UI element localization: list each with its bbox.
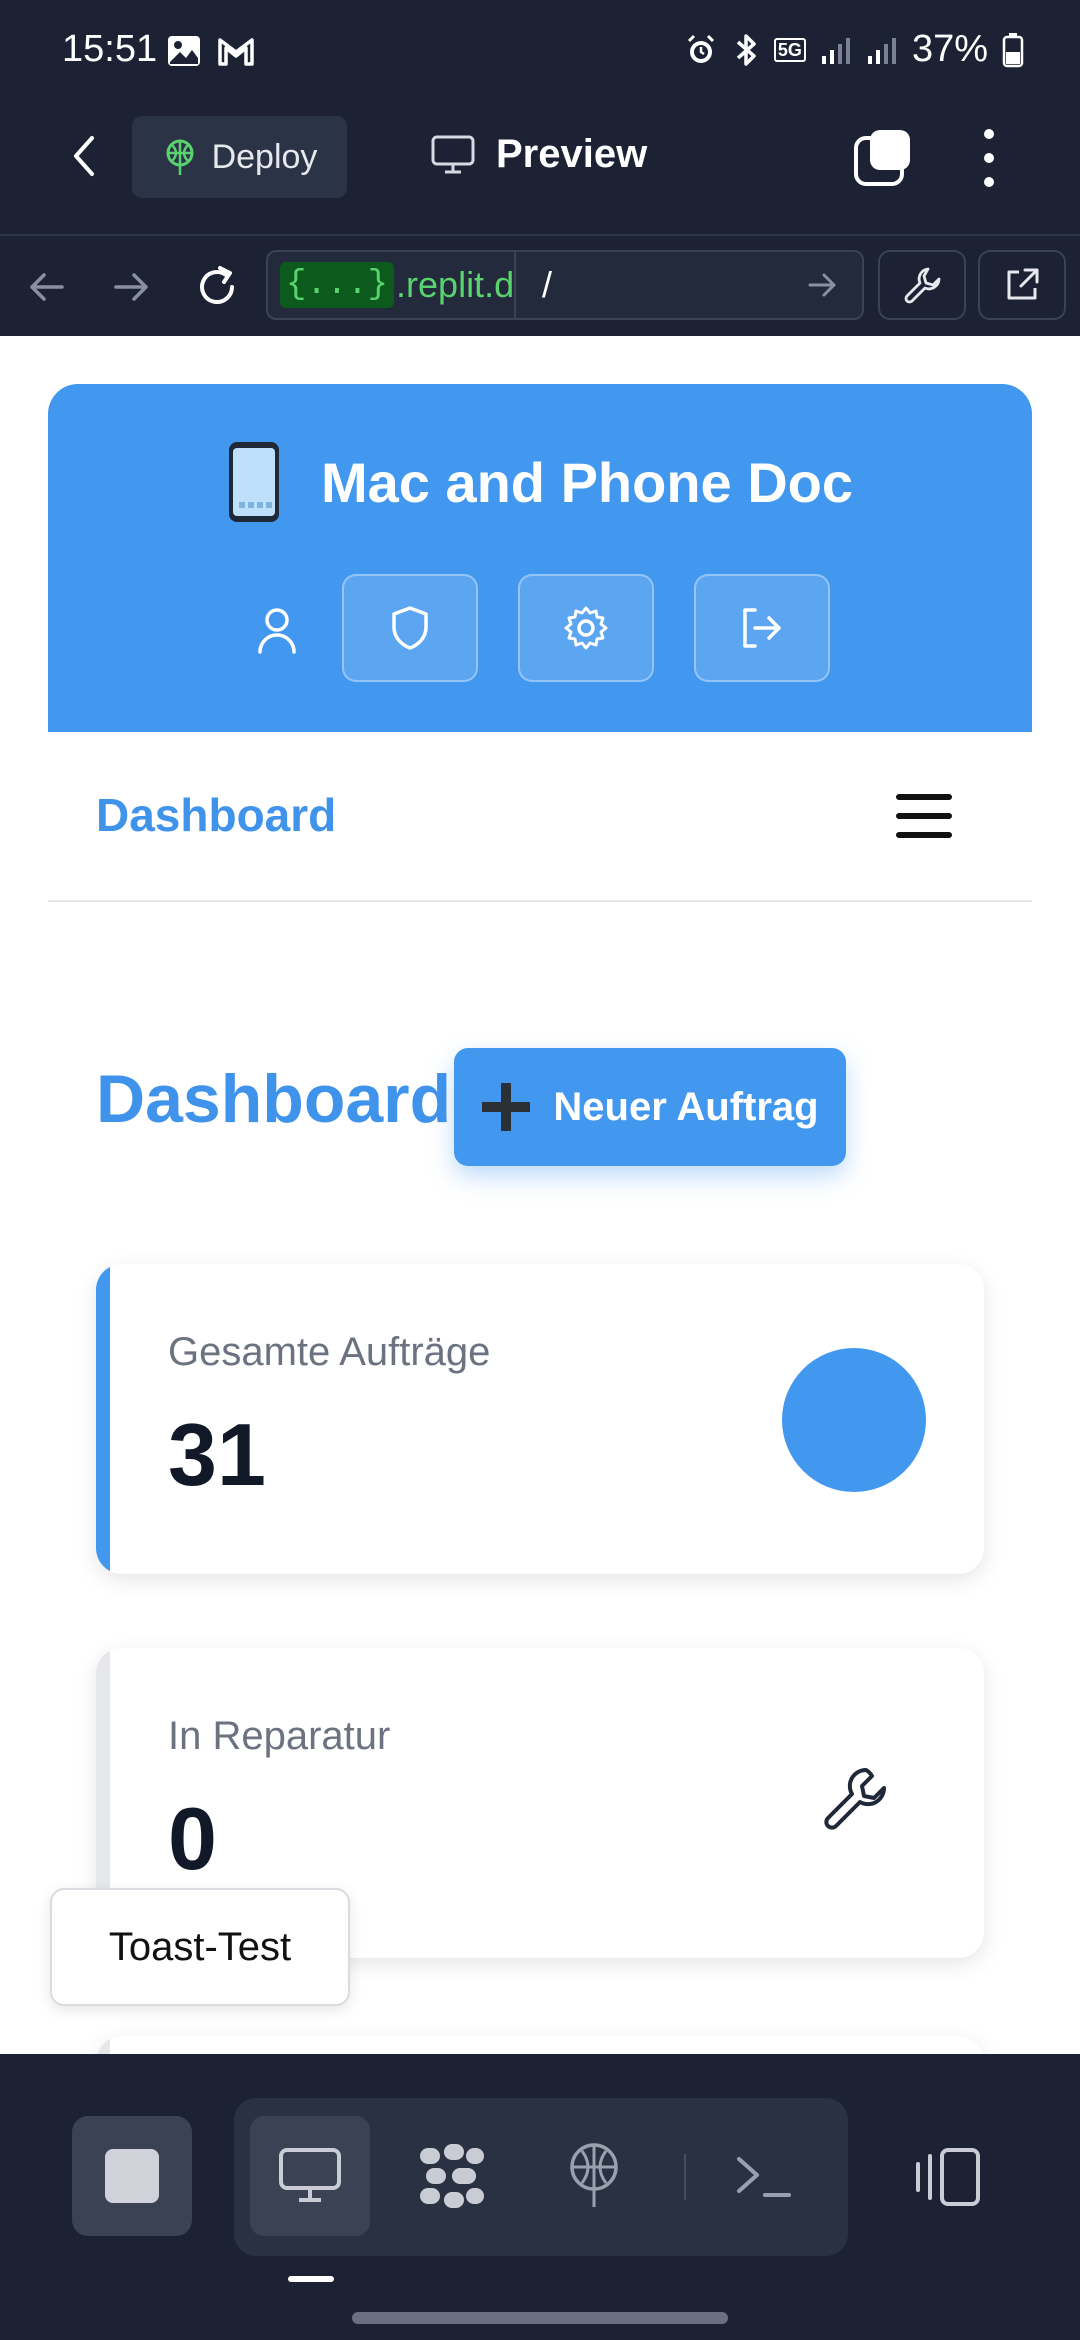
gmail-icon (218, 38, 254, 66)
mobile-phone-icon (228, 442, 279, 522)
blue-circle-icon (782, 1348, 926, 1492)
url-separator (514, 252, 517, 318)
shell-tool-button[interactable] (704, 2116, 824, 2236)
bluetooth-icon (736, 33, 756, 66)
app-header: Mac and Phone Doc (48, 384, 1032, 732)
stat-label: Gesamte Aufträge (168, 1330, 491, 1374)
monitor-icon (431, 135, 475, 173)
nav-title[interactable]: Dashboard (96, 788, 336, 842)
home-indicator[interactable] (352, 2312, 728, 2324)
stat-card-accent (96, 1264, 110, 1574)
toast-test-button[interactable]: Toast-Test (50, 1888, 350, 2006)
tool-divider (684, 2154, 686, 2200)
network-type: 5G (773, 37, 806, 62)
back-button[interactable] (62, 132, 110, 180)
preview-label: Preview (496, 132, 648, 176)
kebab-menu-icon (984, 129, 994, 187)
replit-topbar: Deploy Preview (0, 104, 1080, 234)
bottom-toolbar (0, 2054, 1080, 2340)
shield-icon (392, 606, 428, 650)
devtools-button[interactable] (878, 250, 966, 320)
new-order-label: Neuer Auftrag (553, 1084, 819, 1129)
status-right: 5G 37% (684, 28, 1024, 71)
deploy-icon (166, 139, 194, 175)
chevron-left-icon (74, 136, 94, 176)
logout-icon (743, 608, 781, 648)
status-bar: 15:51 5G 37% (0, 0, 1080, 104)
gear-icon (564, 606, 608, 650)
stat-label: In Reparatur (168, 1714, 391, 1758)
url-host: .replit.d (396, 264, 515, 305)
panels-icon (916, 2148, 980, 2206)
tool-group (234, 2098, 848, 2256)
alarm-icon (687, 34, 714, 63)
plus-icon (482, 1083, 531, 1131)
toast-label: Toast-Test (108, 1924, 292, 1969)
signal-icon-2 (867, 37, 896, 64)
app-title: Mac and Phone Doc (320, 450, 854, 514)
deploy-button[interactable]: Deploy (132, 116, 347, 198)
open-external-button[interactable] (978, 250, 1066, 320)
nav-bar: Dashboard (48, 732, 1032, 902)
reload-icon (200, 266, 234, 304)
deploy-tool-button[interactable] (534, 2116, 654, 2236)
deploy-label: Deploy (211, 137, 318, 176)
deploy-icon (570, 2143, 618, 2207)
active-tab-indicator (288, 2276, 334, 2282)
wrench-icon (904, 267, 941, 304)
external-link-icon (1007, 268, 1039, 300)
hamburger-menu-icon[interactable] (896, 794, 952, 838)
new-order-button[interactable]: Neuer Auftrag (454, 1048, 846, 1166)
url-host-badge: {...} (280, 262, 395, 308)
arrow-left-icon (30, 273, 64, 301)
preview-viewport: Mac and Phone Doc Dashboard Dashboard Ne… (0, 336, 1080, 2054)
nav-forward-button[interactable] (110, 266, 152, 313)
url-field[interactable]: {...} .replit.d / (266, 250, 864, 320)
battery-percent: 37% (911, 28, 988, 70)
tabs-button[interactable] (852, 126, 916, 190)
stat-value: 31 (168, 1405, 266, 1504)
reload-button[interactable] (192, 262, 242, 317)
workspace-tool-button[interactable] (392, 2116, 512, 2236)
signal-icon-1 (821, 37, 850, 64)
preview-tab[interactable]: Preview (430, 132, 647, 177)
stop-button[interactable] (72, 2116, 192, 2236)
wrench-icon (824, 1767, 887, 1830)
logout-button[interactable] (694, 574, 830, 682)
replit-agent-icon (420, 2144, 484, 2208)
stop-icon (105, 2149, 159, 2203)
stat-value: 0 (168, 1789, 217, 1888)
url-bar: {...} .replit.d / (0, 234, 1080, 336)
admin-button[interactable] (342, 574, 478, 682)
stat-card-total-orders: Gesamte Aufträge 31 (96, 1264, 984, 1574)
stat-card-accent (96, 2036, 110, 2054)
arrow-right-icon (114, 273, 148, 301)
settings-button[interactable] (518, 574, 654, 682)
nav-back-button[interactable] (26, 266, 68, 313)
monitor-icon (279, 2148, 341, 2202)
preview-tool-button[interactable] (250, 2116, 370, 2236)
page-title: Dashboard (96, 1061, 452, 1137)
status-time: 15:51 (62, 28, 158, 70)
stat-card-partial (96, 2036, 984, 2054)
user-icon (258, 608, 296, 654)
url-path[interactable]: / (542, 264, 806, 306)
terminal-icon (737, 2157, 791, 2197)
tabs-icon (854, 130, 910, 186)
notification-icons (166, 34, 256, 68)
panels-button[interactable] (912, 2146, 982, 2213)
battery-icon (1002, 32, 1024, 67)
app-container: Mac and Phone Doc Dashboard Dashboard Ne… (48, 384, 1032, 2054)
profile-button[interactable] (256, 606, 298, 659)
go-arrow-icon[interactable] (806, 268, 840, 302)
app-title-row: Mac and Phone Doc (48, 440, 1032, 524)
image-notification-icon (168, 36, 200, 66)
more-options-button[interactable] (978, 126, 1000, 190)
